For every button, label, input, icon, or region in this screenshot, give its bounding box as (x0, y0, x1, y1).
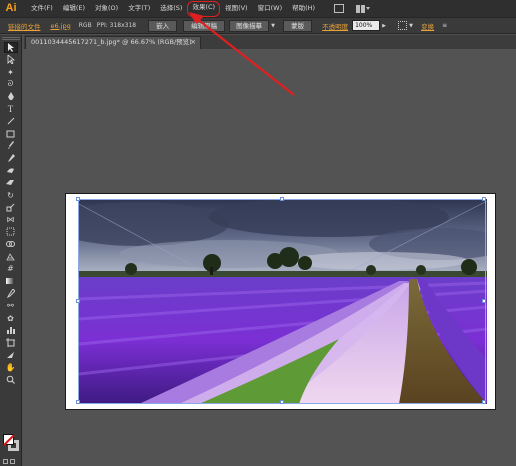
rectangle-tool-icon[interactable] (4, 128, 18, 139)
line-tool-icon[interactable] (4, 116, 18, 127)
slice-tool-icon[interactable] (4, 349, 18, 360)
document-tab-bar: 0011034445617271_b.jpg* @ 66.67% (RGB/预览… (24, 35, 516, 49)
workspace-switcher-icon[interactable] (356, 4, 371, 13)
placed-image[interactable] (79, 199, 487, 404)
fill-swatch[interactable] (3, 434, 14, 445)
transform-link[interactable]: 变换 (421, 21, 434, 31)
tools-panel: ✦ ᘐ T ↻ ⋈ # ⚯ ✿ ✋ (0, 35, 22, 466)
menu-object[interactable]: 对象(O) (90, 0, 123, 17)
linked-file-link[interactable]: 链接的文件 (8, 21, 41, 31)
menu-help[interactable]: 帮助(H) (287, 0, 320, 17)
align-grid-icon[interactable] (398, 21, 408, 30)
eyedropper-tool-icon[interactable] (4, 288, 18, 299)
perspective-grid-tool-icon[interactable] (4, 251, 18, 262)
menu-bar: Ai 文件(F) 编辑(E) 对象(O) 文字(T) 选择(S) 效果(C) 视… (0, 0, 516, 17)
chevron-down-icon[interactable]: ▼ (407, 20, 415, 32)
artboard[interactable] (65, 193, 496, 410)
lasso-tool-icon[interactable]: ᘐ (4, 79, 18, 90)
close-icon[interactable]: × (190, 37, 196, 48)
opacity-input[interactable]: 100% (352, 20, 381, 31)
free-transform-tool-icon[interactable] (4, 226, 18, 237)
menu-file[interactable]: 文件(F) (26, 0, 58, 17)
canvas-area[interactable] (23, 49, 516, 466)
filename-link[interactable]: e6.jpg (51, 22, 71, 30)
colorspace-label: RGB (78, 22, 92, 29)
opacity-label[interactable]: 不透明度 (322, 21, 348, 31)
chevron-down-icon[interactable]: ▼ (269, 20, 277, 32)
direct-selection-tool-icon[interactable] (4, 54, 18, 65)
image-trace-dropdown[interactable]: 图像描摹 ▼ (229, 19, 277, 32)
chevron-down-icon[interactable]: ▶ (380, 20, 388, 32)
hand-tool-icon[interactable]: ✋ (4, 362, 18, 373)
gradient-tool-icon[interactable] (4, 276, 18, 287)
opacity-dropdown[interactable]: ▶ (380, 20, 388, 32)
image-trace-button[interactable]: 图像描摹 (229, 19, 270, 32)
control-bar: 链接的文件 e6.jpg RGB PPI: 318x318 嵌入 编辑原稿 图像… (0, 17, 516, 34)
ppi-label: PPI: 318x318 (96, 22, 137, 29)
panel-grip-icon[interactable] (1, 37, 20, 40)
menu-edit[interactable]: 编辑(E) (58, 0, 90, 17)
type-tool-icon[interactable]: T (4, 103, 18, 114)
menu-window[interactable]: 窗口(W) (253, 0, 288, 17)
embed-button[interactable]: 嵌入 (148, 19, 178, 32)
menu-view[interactable]: 视图(V) (220, 0, 253, 17)
column-graph-tool-icon[interactable] (4, 325, 18, 336)
symbol-sprayer-tool-icon[interactable]: ✿ (4, 313, 18, 324)
menu-items: 文件(F) 编辑(E) 对象(O) 文字(T) 选择(S) 效果(C) 视图(V… (26, 0, 320, 17)
edit-original-button[interactable]: 编辑原稿 (183, 19, 226, 32)
blob-brush-tool-icon[interactable] (4, 165, 18, 176)
menu-type[interactable]: 文字(T) (123, 0, 155, 17)
panel-menu-icon[interactable]: ≡ (442, 22, 447, 29)
pen-tool-icon[interactable] (4, 91, 18, 102)
document-tab[interactable]: 0011034445617271_b.jpg* @ 66.67% (RGB/预览… (25, 36, 201, 49)
selection-tool-icon[interactable] (3, 42, 18, 53)
mesh-tool-icon[interactable]: # (4, 263, 18, 274)
scale-tool-icon[interactable] (4, 202, 18, 213)
paintbrush-tool-icon[interactable] (4, 140, 18, 151)
shape-builder-tool-icon[interactable] (4, 239, 18, 250)
menu-select[interactable]: 选择(S) (155, 0, 187, 17)
document-tab-title: 0011034445617271_b.jpg* @ 66.67% (RGB/预览… (31, 38, 192, 46)
rotate-tool-icon[interactable]: ↻ (4, 190, 18, 201)
zoom-tool-icon[interactable] (4, 374, 18, 385)
arrange-documents-icon[interactable] (334, 4, 345, 13)
pencil-tool-icon[interactable] (4, 153, 18, 164)
app-logo: Ai (5, 2, 17, 14)
fill-stroke-swatches[interactable] (3, 434, 19, 452)
artboard-tool-icon[interactable] (4, 337, 18, 348)
blend-tool-icon[interactable]: ⚯ (4, 300, 18, 311)
width-tool-icon[interactable]: ⋈ (4, 214, 18, 225)
eraser-tool-icon[interactable] (4, 177, 18, 188)
magic-wand-tool-icon[interactable]: ✦ (4, 67, 18, 78)
mask-button[interactable]: 蒙版 (283, 19, 313, 32)
illustrator-window: Ai 文件(F) 编辑(E) 对象(O) 文字(T) 选择(S) 效果(C) 视… (0, 0, 516, 466)
draw-modes[interactable] (3, 459, 15, 464)
menu-effect[interactable]: 效果(C) (187, 1, 221, 17)
